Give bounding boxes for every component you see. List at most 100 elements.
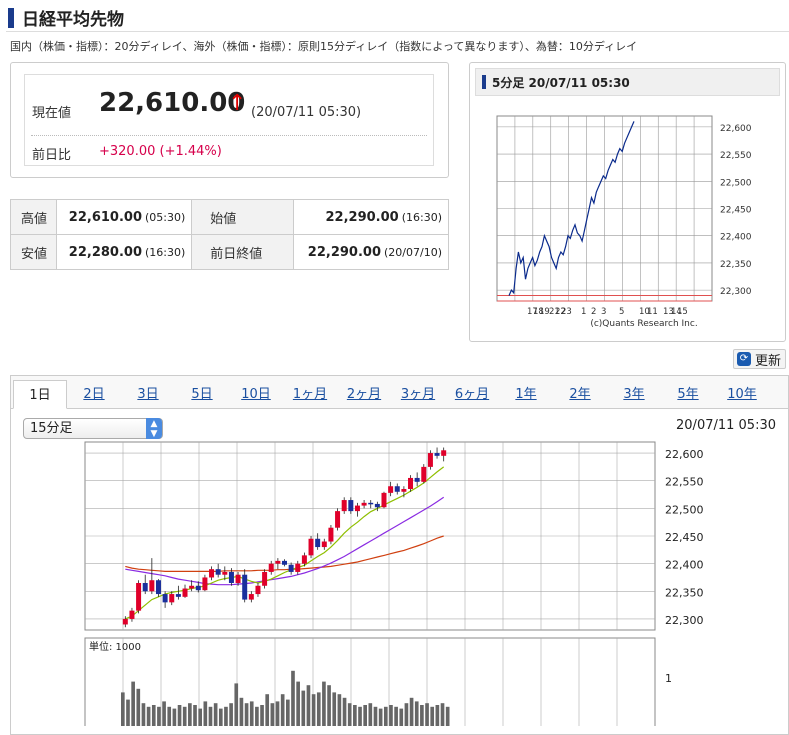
- mini-title-marker: [482, 75, 486, 89]
- tab-3[interactable]: 3日: [121, 380, 175, 409]
- candle-body: [354, 505, 360, 512]
- candle-body: [195, 585, 201, 591]
- refresh-button[interactable]: ⟳ 更新: [733, 349, 786, 369]
- volume-bar: [141, 703, 146, 726]
- candle-body: [348, 500, 354, 512]
- candle-body: [368, 502, 374, 505]
- tab-10[interactable]: 1年: [499, 380, 553, 409]
- volume-bar: [146, 706, 151, 726]
- volume-bar: [430, 706, 435, 726]
- volume-bar: [157, 706, 161, 726]
- volume-bar: [136, 688, 141, 726]
- tab-12[interactable]: 3年: [607, 380, 661, 409]
- mini-chart-title: 5分足 20/07/11 05:30: [492, 75, 630, 90]
- mini-chart-header: 5分足 20/07/11 05:30: [475, 68, 780, 96]
- mini-y-tick: 22,400: [720, 233, 752, 243]
- volume-bar: [198, 708, 202, 726]
- volume-bar: [316, 692, 321, 726]
- volume-bar: [188, 703, 192, 726]
- candle-body: [388, 486, 394, 493]
- candle-body: [414, 477, 420, 482]
- candle-body: [122, 618, 128, 625]
- volume-bar: [425, 703, 429, 726]
- candle-body: [381, 492, 387, 508]
- volume-bar: [420, 705, 424, 726]
- tab-4[interactable]: 5日: [175, 380, 229, 409]
- volume-bar: [414, 701, 419, 726]
- high-time: (05:30): [145, 210, 186, 224]
- candle-body: [421, 466, 427, 482]
- page-header: 日経平均先物: [6, 4, 789, 32]
- volume-bar: [368, 703, 373, 726]
- volume-bar: [301, 690, 306, 726]
- mini-x-tick: 11: [647, 307, 658, 317]
- volume-y-tick: 1: [665, 672, 672, 685]
- high-label: 高値: [10, 199, 57, 235]
- main-y-tick: 22,350: [665, 586, 704, 599]
- candle-body: [335, 511, 341, 528]
- candle-body: [136, 583, 142, 611]
- low-value: 22,280.00: [68, 244, 142, 260]
- tab-1[interactable]: 1日: [13, 380, 67, 409]
- tab-5[interactable]: 10日: [229, 380, 283, 409]
- volume-bar: [342, 697, 347, 726]
- volume-bar: [353, 705, 357, 726]
- volume-bar: [280, 694, 285, 726]
- low-time: (16:30): [145, 245, 186, 259]
- volume-bar: [291, 670, 295, 726]
- mini-chart: 22,600 22,550 22,500 22,450 22,400 22,350 22,3…: [496, 115, 752, 329]
- change-label: 前日比: [32, 148, 72, 163]
- mini-x-tick: 2: [591, 307, 596, 317]
- mini-y-tick: 22,350: [720, 260, 752, 270]
- candle-body: [228, 571, 234, 583]
- tab-11[interactable]: 2年: [553, 380, 607, 409]
- page-title: 日経平均先物: [22, 10, 124, 30]
- mini-x-tick: 3: [601, 307, 606, 317]
- candle-body: [149, 580, 155, 592]
- candle-body: [202, 577, 208, 591]
- volume-bar: [121, 692, 125, 726]
- tab-7[interactable]: 2ヶ月: [337, 380, 391, 409]
- volume-bar: [239, 697, 244, 726]
- mini-chart-panel: 5分足 20/07/11 05:30 22,600 22,550 22,500 22,…: [469, 62, 786, 342]
- volume-bar: [255, 706, 259, 726]
- candle-body: [394, 486, 400, 492]
- volume-bar: [404, 703, 409, 726]
- delay-notice: 国内（株価・指標）：20分ディレイ、海外（株価・指標）：原則15分ディレイ（指数…: [10, 40, 638, 53]
- title-marker: [8, 7, 14, 28]
- mini-x-tick: 5: [619, 307, 624, 317]
- tab-2[interactable]: 2日: [67, 380, 121, 409]
- tab-8[interactable]: 3ヶ月: [391, 380, 445, 409]
- volume-bar: [270, 703, 275, 726]
- volume-bar: [244, 703, 249, 726]
- main-chart-panel: 1日 2日 3日 5日 10日 1ヶ月 2ヶ月 3ヶ月 6ヶ月 1年 2年 3年 5年 10年 15分足 …: [10, 375, 789, 735]
- volume-bar: [182, 706, 187, 726]
- tab-14[interactable]: 10年: [715, 380, 769, 409]
- tab-13[interactable]: 5年: [661, 380, 715, 409]
- volume-bar: [162, 701, 166, 726]
- main-chart-time: 20/07/11 05:30: [676, 418, 776, 433]
- volume-bar: [389, 705, 393, 726]
- mini-y-tick: 22,550: [720, 151, 752, 161]
- volume-bar: [249, 701, 254, 726]
- candle-body: [441, 450, 447, 456]
- volume-bar: [177, 705, 182, 726]
- change-value: +320.00 (+1.44%): [99, 144, 222, 159]
- candle-body: [374, 503, 380, 508]
- main-y-tick: 22,400: [665, 559, 704, 572]
- volume-bar: [306, 685, 311, 726]
- price-inner: 現在値 22,610.00 ↑ (20/07/11 05:30) 前日比 +32…: [24, 74, 434, 166]
- tab-9[interactable]: 6ヶ月: [445, 380, 499, 409]
- candle-body: [242, 574, 248, 600]
- mini-x-tick: 23: [561, 307, 572, 317]
- volume-bar: [260, 705, 264, 726]
- volume-bar: [311, 694, 316, 726]
- volume-bar: [399, 708, 404, 726]
- candle-body: [301, 555, 307, 564]
- tab-6[interactable]: 1ヶ月: [283, 380, 337, 409]
- candle-body: [222, 571, 228, 575]
- candle-body: [401, 489, 407, 492]
- volume-bar: [347, 703, 352, 726]
- candle-body: [315, 538, 321, 548]
- high-cell: 22,610.00 (05:30): [55, 199, 193, 235]
